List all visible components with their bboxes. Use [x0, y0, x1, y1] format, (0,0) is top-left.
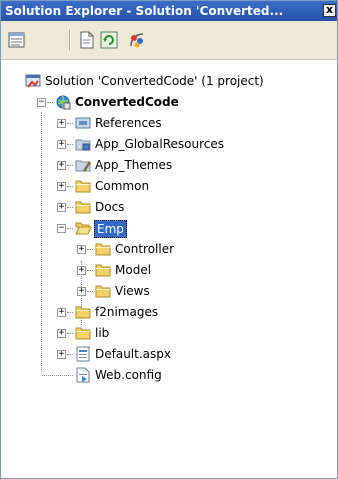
tree-row-web-config[interactable]: Web.config [1, 365, 337, 386]
tree-row-app-themes[interactable]: + App_Themes [1, 155, 337, 176]
tree-row-common[interactable]: + Common [1, 176, 337, 197]
tree-item-label: Default.aspx [95, 347, 171, 361]
tree-row-lib[interactable]: + lib [1, 323, 337, 344]
folder-icon [95, 285, 111, 298]
tree-item-label: Views [115, 284, 150, 298]
tree-connector [67, 144, 73, 145]
title-bar[interactable]: Solution Explorer - Solution 'Converted.… [1, 1, 337, 21]
tree-row-solution[interactable]: Solution 'ConvertedCode' (1 project) [1, 71, 337, 92]
folder-icon [75, 306, 91, 319]
expand-toggle[interactable]: + [57, 161, 66, 170]
open-folder-icon [75, 222, 91, 235]
config-file-icon [76, 367, 90, 383]
close-button[interactable]: x [323, 4, 336, 17]
tree-connector [67, 354, 73, 355]
expand-toggle[interactable]: + [57, 203, 66, 212]
expand-toggle[interactable]: + [77, 287, 86, 296]
web-project-icon [56, 95, 71, 110]
toolbar-separator [69, 30, 71, 50]
tree-connector [67, 123, 73, 124]
tree-item-label-selected: Emp [94, 220, 127, 238]
expand-toggle[interactable]: + [57, 140, 66, 149]
tree-item-label: References [95, 116, 162, 130]
tree-row-f2nimages[interactable]: + f2nimages [1, 302, 337, 323]
tree-connector [67, 186, 73, 187]
aspx-file-icon [76, 346, 90, 362]
solution-label: Solution 'ConvertedCode' (1 project) [45, 74, 264, 88]
tree-connector [67, 207, 73, 208]
tree-item-label: f2nimages [95, 305, 159, 319]
folder-icon [75, 180, 91, 193]
tree-row-model[interactable]: + Model [1, 260, 337, 281]
tree-connector [67, 333, 73, 334]
references-icon [75, 117, 91, 129]
tree-connector [42, 375, 73, 376]
tree-connector [47, 102, 53, 103]
tree-item-label: Common [95, 179, 150, 193]
tree-row-references[interactable]: + References [1, 113, 337, 134]
class-diagram-icon[interactable] [127, 30, 147, 50]
tree-row-controller[interactable]: + Controller [1, 239, 337, 260]
expand-toggle[interactable]: + [57, 308, 66, 317]
tree-item-label: App_Themes [95, 158, 173, 172]
tree-item-label: Web.config [95, 368, 162, 382]
tree-item-label: Docs [95, 200, 125, 214]
tree-connector [87, 291, 93, 292]
solution-explorer-panel: Solution Explorer - Solution 'Converted.… [0, 0, 338, 479]
toolbar [1, 21, 337, 60]
solution-tree: Solution 'ConvertedCode' (1 project) − C… [1, 63, 337, 478]
tree-connector [67, 165, 73, 166]
close-icon: x [325, 3, 334, 16]
themes-folder-icon [75, 160, 91, 172]
window-title: Solution Explorer - Solution 'Converted.… [5, 4, 284, 18]
tree-row-emp[interactable]: − Emp [1, 218, 337, 239]
tree-connector [67, 228, 73, 229]
expand-toggle[interactable]: + [57, 119, 66, 128]
folder-icon [95, 243, 111, 256]
expand-toggle[interactable]: + [57, 182, 66, 191]
tree-row-app-globalresources[interactable]: + App_GlobalResources [1, 134, 337, 155]
resources-folder-icon [75, 139, 91, 151]
folder-icon [95, 264, 111, 277]
tree-item-label: App_GlobalResources [95, 137, 225, 151]
tree-item-label: lib [95, 326, 110, 340]
tree-connector [87, 249, 93, 250]
tree-row-docs[interactable]: + Docs [1, 197, 337, 218]
expand-toggle[interactable]: + [57, 350, 66, 359]
collapse-toggle[interactable]: − [37, 98, 46, 107]
tree-row-default-aspx[interactable]: + Default.aspx [1, 344, 337, 365]
tree-item-label: Controller [115, 242, 175, 256]
properties-icon[interactable] [7, 30, 27, 50]
expand-toggle[interactable]: + [57, 329, 66, 338]
refresh-icon[interactable] [99, 30, 119, 50]
folder-icon [75, 201, 91, 214]
show-all-files-icon[interactable] [77, 30, 97, 50]
tree-row-project[interactable]: − ConvertedCode [1, 92, 337, 113]
tree-connector [67, 312, 73, 313]
folder-icon [75, 327, 91, 340]
expand-toggle[interactable]: + [77, 245, 86, 254]
tree-item-label: Model [115, 263, 152, 277]
collapse-toggle[interactable]: − [57, 224, 66, 233]
project-label: ConvertedCode [75, 95, 179, 109]
tree-connector [87, 270, 93, 271]
tree-row-views[interactable]: + Views [1, 281, 337, 302]
solution-icon [25, 74, 41, 88]
expand-toggle[interactable]: + [77, 266, 86, 275]
